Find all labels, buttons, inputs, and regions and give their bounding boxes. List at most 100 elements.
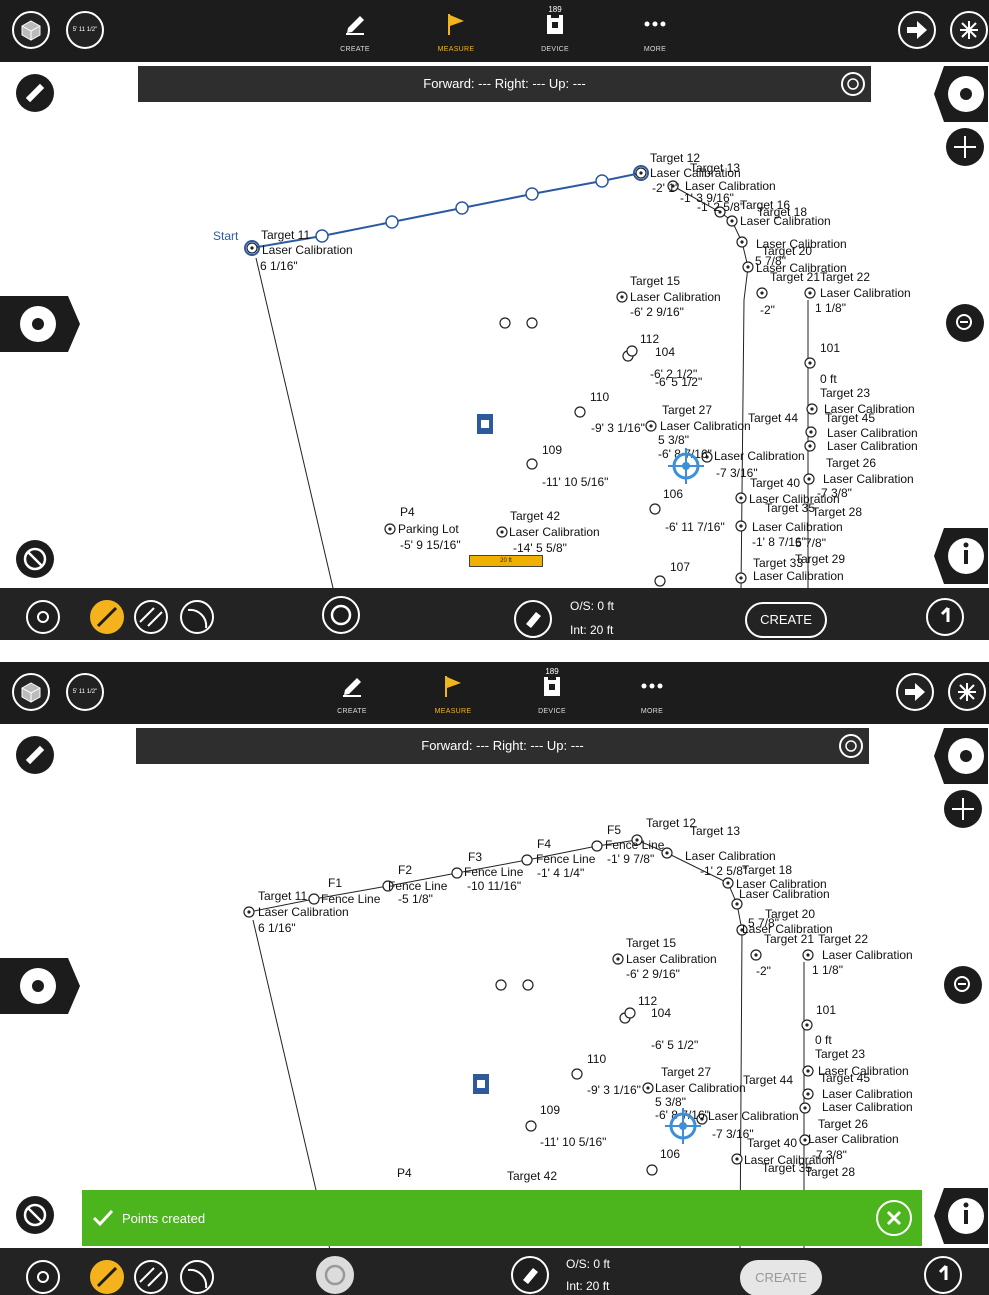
prohibited-icon bbox=[23, 1203, 47, 1227]
top-toolbar: 5' 11 1/2" CREATE MEASURE 189 DEVICE MOR… bbox=[0, 0, 989, 62]
line-tool[interactable] bbox=[90, 1260, 124, 1294]
offset-readout: O/S: 0 ft bbox=[566, 1257, 611, 1271]
parallel-line-icon bbox=[139, 1267, 163, 1287]
line-tool-icon bbox=[96, 1266, 118, 1288]
rotate-button-disabled[interactable] bbox=[316, 1256, 354, 1294]
pan-tab[interactable] bbox=[934, 728, 988, 784]
ruler-button[interactable] bbox=[16, 736, 54, 774]
toolbar-more[interactable]: MORE bbox=[626, 3, 684, 59]
flag-icon bbox=[448, 14, 464, 35]
forward-button[interactable] bbox=[896, 673, 934, 711]
toolbar-device[interactable]: 189 DEVICE bbox=[526, 3, 584, 59]
joystick-tab[interactable] bbox=[0, 958, 80, 1014]
toolbar-label: MORE bbox=[640, 708, 664, 715]
cube-icon bbox=[21, 682, 41, 703]
readout-text: Forward: --- Right: --- Up: --- bbox=[421, 738, 584, 753]
zoom-icon bbox=[956, 314, 972, 330]
parallel-tool[interactable] bbox=[134, 1260, 168, 1294]
back-button[interactable] bbox=[926, 598, 964, 636]
center-button[interactable] bbox=[944, 790, 982, 828]
toolbar-create[interactable]: CREATE bbox=[323, 665, 381, 721]
height-badge: 5' 11 1/2" bbox=[72, 27, 98, 33]
pencil-icon bbox=[346, 16, 364, 35]
toolbar-label: CREATE bbox=[340, 46, 370, 53]
cancel-button[interactable] bbox=[16, 1196, 54, 1234]
close-icon bbox=[886, 1210, 902, 1226]
cancel-button[interactable] bbox=[16, 540, 54, 578]
app-screen-before: 5' 11 1/2" CREATE MEASURE 189 DEVICE MOR… bbox=[0, 0, 989, 640]
line-tool-icon bbox=[96, 606, 118, 628]
pan-icon bbox=[934, 728, 988, 784]
forward-button[interactable] bbox=[898, 11, 936, 49]
flag-icon bbox=[445, 676, 461, 697]
parallel-line-icon bbox=[139, 607, 163, 627]
toolbar-measure[interactable]: MEASURE bbox=[427, 3, 485, 59]
device-icon bbox=[544, 677, 560, 696]
parallel-tool[interactable] bbox=[134, 600, 168, 634]
starburst-icon bbox=[958, 683, 976, 701]
joystick-tab[interactable] bbox=[0, 296, 80, 352]
toolbar-label: MEASURE bbox=[437, 46, 475, 53]
view-cube-button[interactable] bbox=[12, 11, 50, 49]
bottom-toolbar: O/S: 0 ft Int: 20 ft CREATE bbox=[0, 588, 989, 640]
crosshair-icon bbox=[952, 798, 974, 820]
toast-message: Points created bbox=[122, 1211, 206, 1226]
instrument-height-button[interactable]: 5' 11 1/2" bbox=[66, 673, 104, 711]
refresh-readout-button[interactable] bbox=[841, 72, 865, 96]
arc-tool[interactable] bbox=[180, 600, 214, 634]
pan-tab[interactable] bbox=[934, 66, 988, 122]
toolbar-device[interactable]: 189 DEVICE bbox=[523, 665, 581, 721]
success-toast: Points created bbox=[82, 1190, 922, 1246]
height-badge: 5' 11 1/2" bbox=[72, 689, 98, 695]
create-button-disabled[interactable]: CREATE bbox=[740, 1260, 822, 1295]
line-tool[interactable] bbox=[90, 600, 124, 634]
point-tool[interactable] bbox=[26, 1260, 60, 1294]
starburst-icon bbox=[960, 21, 978, 39]
stake-icon bbox=[526, 612, 541, 628]
toolbar-label: CREATE bbox=[337, 708, 367, 715]
refresh-readout-button[interactable] bbox=[839, 734, 863, 758]
ruler-button[interactable] bbox=[16, 74, 54, 112]
readout-text: Forward: --- Right: --- Up: --- bbox=[423, 76, 586, 91]
view-cube-button[interactable] bbox=[12, 673, 50, 711]
pencil-icon bbox=[343, 678, 361, 697]
app-screen-after: 5' 11 1/2" CREATE MEASURE 189 DEVICE MOR… bbox=[0, 662, 989, 1295]
rotate-icon bbox=[330, 604, 352, 626]
crosshair-icon bbox=[954, 136, 976, 158]
top-toolbar: 5' 11 1/2" CREATE MEASURE 189 DEVICE MOR… bbox=[0, 662, 989, 724]
toolbar-measure[interactable]: MEASURE bbox=[424, 665, 482, 721]
laser-button[interactable] bbox=[948, 673, 986, 711]
measure-stake-button[interactable] bbox=[511, 1256, 549, 1294]
instrument-height-button[interactable]: 5' 11 1/2" bbox=[66, 11, 104, 49]
prohibited-icon bbox=[23, 547, 47, 571]
create-button[interactable]: CREATE bbox=[745, 602, 827, 638]
arrow-right-icon bbox=[905, 683, 925, 701]
rotate-button[interactable] bbox=[322, 596, 360, 634]
checkmark-icon bbox=[92, 1209, 114, 1227]
toolbar-more[interactable]: MORE bbox=[623, 665, 681, 721]
toolbar-label: DEVICE bbox=[538, 708, 566, 715]
toolbar-create[interactable]: CREATE bbox=[326, 3, 384, 59]
toast-close-button[interactable] bbox=[876, 1200, 912, 1236]
center-button[interactable] bbox=[946, 128, 984, 166]
laser-button[interactable] bbox=[950, 11, 988, 49]
return-icon bbox=[940, 606, 950, 622]
zoom-button[interactable] bbox=[944, 966, 982, 1004]
info-tab[interactable] bbox=[934, 1188, 988, 1244]
map-scale-bar: 20 ft bbox=[469, 555, 543, 567]
toolbar-label: DEVICE bbox=[541, 46, 569, 53]
info-tab[interactable] bbox=[934, 528, 988, 584]
joystick-icon bbox=[0, 958, 80, 1014]
measure-stake-button[interactable] bbox=[514, 600, 552, 638]
arc-tool[interactable] bbox=[180, 1260, 214, 1294]
position-readout: Forward: --- Right: --- Up: --- bbox=[138, 66, 871, 102]
back-button[interactable] bbox=[924, 1256, 962, 1294]
more-icon bbox=[641, 683, 663, 689]
zoom-icon bbox=[954, 976, 970, 992]
point-tool[interactable] bbox=[26, 600, 60, 634]
rotate-icon bbox=[324, 1264, 346, 1286]
circle-tool-icon bbox=[37, 1271, 49, 1283]
circle-tool-icon bbox=[37, 611, 49, 623]
zoom-button[interactable] bbox=[946, 304, 984, 342]
return-icon bbox=[938, 1264, 948, 1280]
